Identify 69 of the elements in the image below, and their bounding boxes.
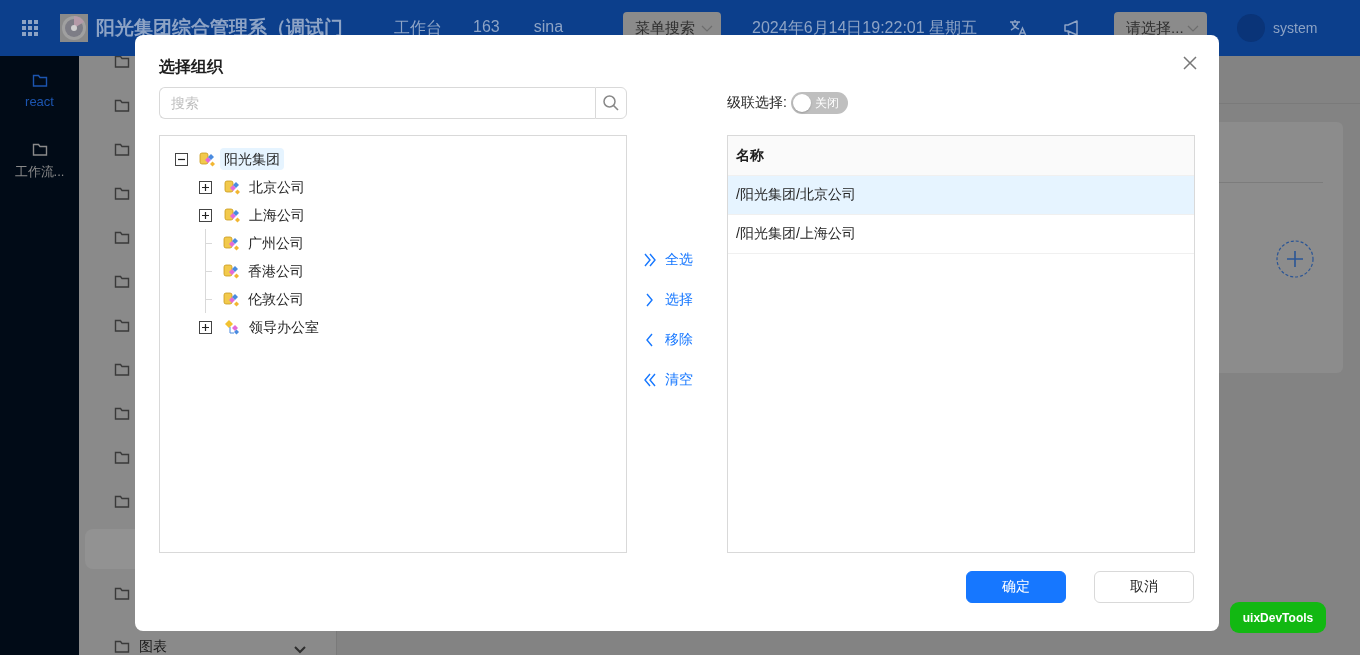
folder-icon [114,141,130,157]
expand-icon[interactable] [199,180,212,194]
folder-icon [114,361,130,377]
add-icon [1276,240,1314,278]
organization-icon [223,263,240,279]
tree-node[interactable]: 上海公司 [245,204,309,226]
logo-icon [60,14,88,42]
expand-icon[interactable] [199,208,212,222]
tree-node[interactable]: 阳光集团 [220,148,284,170]
folder-icon [114,185,130,201]
transfer-button[interactable]: 全选 [643,248,727,272]
folder-icon [114,405,130,421]
transfer-button[interactable]: 选择 [643,288,727,312]
select-placeholder: 请选择... [1126,18,1184,38]
search-field[interactable]: 搜索 [159,87,595,119]
user-name[interactable]: system [1273,20,1318,36]
expand-icon[interactable] [199,320,212,334]
table-row[interactable]: /阳光集团/北京公司 [728,176,1194,215]
confirm-button[interactable]: 确定 [966,571,1066,603]
folder-icon [114,229,130,245]
organization-icon [224,207,241,223]
tree-node[interactable]: 伦敦公司 [244,288,308,310]
menu-label: 图表 [139,639,167,654]
folder-icon [114,585,130,601]
column-header: 名称 [736,146,764,165]
organization-icon [199,151,216,167]
folder-icon [114,493,130,509]
apps-icon [22,20,38,36]
tree-node[interactable]: 领导办公室 [245,316,323,338]
caret-icon [1187,24,1200,32]
cancel-button[interactable]: 取消 [1094,571,1194,603]
double-chevron-icon [643,373,657,387]
datetime-text: 2024年6月14日19:22:01 星期五 [752,17,978,38]
organization-icon [223,235,240,251]
search-icon [603,95,619,111]
search-button[interactable] [595,87,627,119]
sidebar-item[interactable]: 工作流... [0,126,79,196]
folder-icon [31,141,48,157]
folder-icon [114,639,130,654]
devtools-button[interactable]: uixDevTools [1230,602,1326,633]
translate-icon[interactable] [1009,19,1028,37]
folder-icon [114,273,130,289]
department-icon [224,319,241,335]
organization-icon [224,179,241,195]
transfer-button[interactable]: 移除 [643,328,727,352]
caret-icon [701,24,714,32]
collapse-icon[interactable] [175,152,188,166]
nav-link[interactable]: 163 [473,17,500,39]
folder-icon [114,449,130,465]
menu-item[interactable]: 图表 [85,615,336,655]
cascade-label: 级联选择: [727,94,787,112]
folder-icon [31,73,48,88]
select-placeholder: 菜单搜索 [635,18,696,38]
organization-icon [223,291,240,307]
folder-icon [114,56,130,69]
dialog-title: 选择组织 [159,57,223,77]
announcement-icon[interactable] [1063,18,1081,38]
nav-link[interactable]: sina [533,17,564,39]
folder-icon [114,97,130,113]
tree-node[interactable]: 北京公司 [245,176,309,198]
tree-node[interactable]: 香港公司 [244,260,308,282]
nav-link[interactable]: 工作台 [394,17,442,39]
table-row[interactable]: /阳光集团/上海公司 [728,215,1194,254]
double-chevron-icon [643,253,657,267]
folder-icon [114,317,130,333]
transfer-button[interactable]: 清空 [643,368,727,392]
tree-node[interactable]: 广州公司 [244,232,308,254]
sidebar-item[interactable]: react [0,56,79,126]
close-icon[interactable] [1183,56,1197,70]
